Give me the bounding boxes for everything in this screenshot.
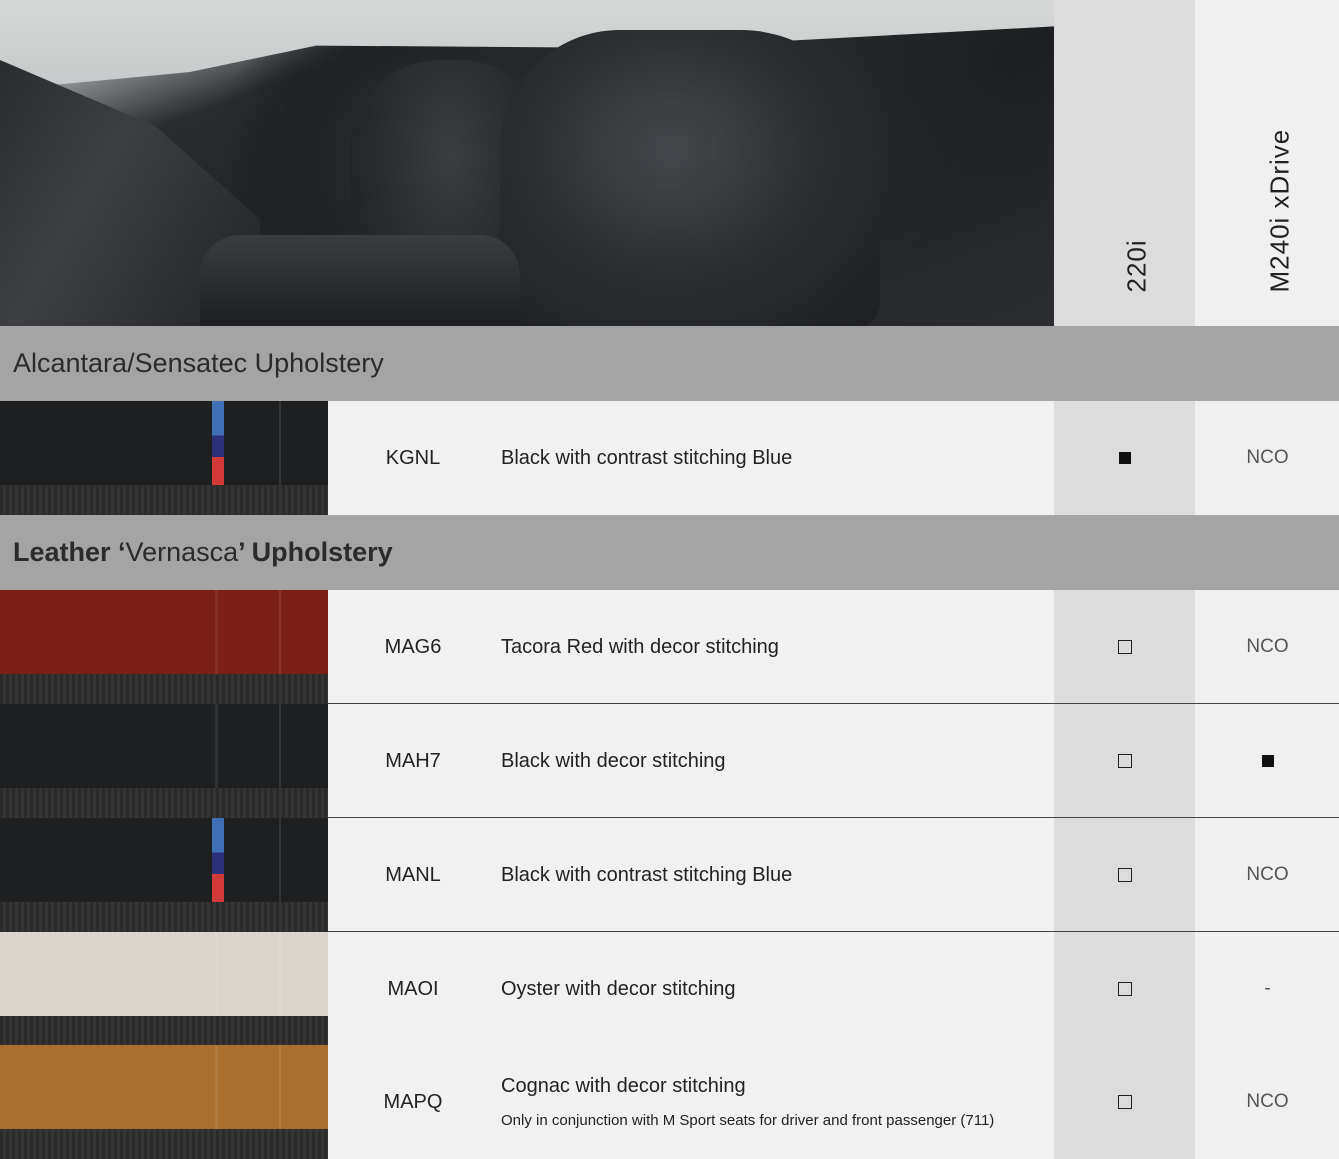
availability-220i (1054, 932, 1195, 1046)
column-header-220i: 220i (1054, 0, 1195, 326)
m-stripe (212, 818, 224, 904)
option-code: MAPQ (383, 1090, 443, 1113)
section-header-leather: Leather ‘Vernasca’ Upholstery (0, 515, 1339, 590)
optional-mark-icon (1117, 982, 1132, 996)
availability-text: NCO (1246, 636, 1289, 657)
availability-text: - (1264, 978, 1271, 999)
interior-photo (0, 0, 1054, 326)
option-code: MANL (385, 863, 441, 886)
section-title-name: Vernasca (125, 537, 239, 567)
section-header-alcantara: Alcantara/Sensatec Upholstery (0, 326, 1339, 401)
availability-text: NCO (1246, 1091, 1289, 1112)
standard-mark-icon (1118, 452, 1131, 464)
availability-m240i: NCO (1196, 818, 1339, 932)
section-title-suffix: ’ Upholstery (238, 537, 393, 567)
optional-mark-icon (1117, 868, 1132, 882)
table-row: MAOI Oyster with decor stitching - (0, 932, 1339, 1046)
availability-220i (1054, 704, 1195, 818)
optional-mark-icon (1117, 1095, 1132, 1109)
section-title-prefix: Leather ‘ (13, 537, 126, 567)
table-row: MANL Black with contrast stitching Blue … (0, 818, 1339, 932)
m-stripe (212, 401, 224, 487)
column-header-m240i: M240i xDrive (1196, 0, 1339, 326)
option-description: Tacora Red with decor stitching (501, 635, 779, 658)
availability-m240i (1196, 704, 1339, 818)
photo-front-seat (500, 30, 880, 326)
availability-m240i: - (1196, 932, 1339, 1046)
availability-m240i: NCO (1196, 1045, 1339, 1159)
table-row: MAG6 Tacora Red with decor stitching NCO (0, 590, 1339, 704)
option-description: Black with contrast stitching Blue (501, 446, 793, 469)
optional-mark-icon (1117, 640, 1132, 654)
option-code: MAG6 (384, 635, 442, 658)
optional-mark-icon (1117, 754, 1132, 768)
availability-220i (1054, 401, 1195, 515)
column-label-220i: 220i (1121, 239, 1151, 293)
option-code: KGNL (385, 446, 441, 469)
option-code: MAOI (387, 977, 439, 1000)
availability-m240i: NCO (1196, 590, 1339, 704)
availability-220i (1054, 818, 1195, 932)
upholstery-swatch (0, 932, 328, 1046)
table-row: MAPQ Cognac with decor stitching Only in… (0, 1045, 1339, 1159)
section-title: Alcantara/Sensatec Upholstery (13, 348, 384, 378)
availability-220i (1054, 590, 1195, 704)
option-description: Black with decor stitching (501, 749, 726, 772)
standard-mark-icon (1261, 755, 1274, 767)
photo-center-console (200, 235, 520, 326)
option-description: Oyster with decor stitching (501, 977, 736, 1000)
option-description: Black with contrast stitching Blue (501, 863, 793, 886)
availability-m240i: NCO (1196, 401, 1339, 515)
column-label-m240i: M240i xDrive (1264, 128, 1294, 293)
availability-220i (1054, 1045, 1195, 1159)
option-description: Cognac with decor stitching (501, 1075, 746, 1097)
upholstery-swatch (0, 590, 328, 704)
option-code: MAH7 (385, 749, 441, 772)
upholstery-swatch (0, 818, 328, 932)
upholstery-swatch (0, 401, 328, 515)
upholstery-swatch (0, 704, 328, 818)
table-row: MAH7 Black with decor stitching (0, 704, 1339, 818)
availability-text: NCO (1246, 864, 1289, 885)
upholstery-swatch (0, 1045, 328, 1159)
availability-text: NCO (1246, 447, 1289, 468)
option-note: Only in conjunction with M Sport seats f… (501, 1112, 995, 1129)
table-row: KGNL Black with contrast stitching Blue … (0, 401, 1339, 515)
